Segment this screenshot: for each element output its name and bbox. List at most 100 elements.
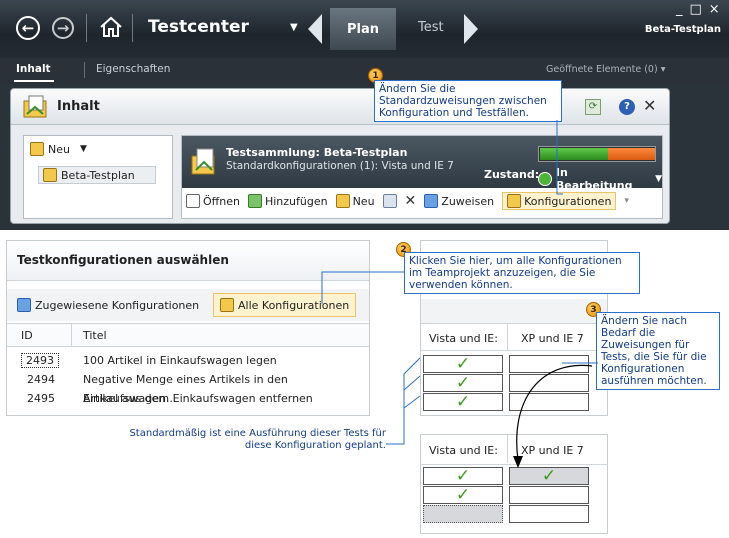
grid-cell-checked[interactable]: ✓ xyxy=(423,486,503,504)
callout-2: Klicken Sie hier, um alle Konfiguratione… xyxy=(404,252,640,294)
add-icon xyxy=(247,194,262,208)
forward-icon[interactable]: → xyxy=(52,17,74,39)
app-title: Testcenter xyxy=(148,17,249,37)
app-dropdown-icon[interactable]: ▼ xyxy=(290,22,298,33)
callout-3: Ändern Sie nach Bedarf die Zuweisungen f… xyxy=(596,312,720,390)
window-controls[interactable]: _□× xyxy=(676,2,727,17)
tree-item-label: Beta-Testplan xyxy=(61,168,135,182)
callout-1: Ändern Sie die Standardzuweisungen zwisc… xyxy=(374,80,562,122)
chevron-down-icon: ▼ xyxy=(655,174,662,184)
select-panel-title: Testkonfigurationen auswählen xyxy=(17,253,229,267)
table-row[interactable]: 2495 Artikel aus dem Einkaufswagen entfe… xyxy=(7,389,369,408)
add-button[interactable]: Hinzufügen xyxy=(247,194,328,208)
col-divider xyxy=(507,324,508,350)
table-header: ID Titel xyxy=(7,323,369,347)
grid-cell[interactable] xyxy=(509,486,589,504)
row-id: 2495 xyxy=(27,392,55,405)
right-arrow-icon[interactable] xyxy=(462,12,480,46)
folder-icon xyxy=(23,95,47,118)
row-id: 2494 xyxy=(27,373,55,386)
assign-label: Zuweisen xyxy=(441,194,495,208)
all-configs-icon xyxy=(220,298,234,312)
grid-header: Vista und IE: XP und IE 7 xyxy=(421,323,607,351)
col-divider xyxy=(71,324,72,346)
close-icon[interactable]: ✕ xyxy=(643,96,656,115)
table-row[interactable]: 2493 100 Artikel in Einkaufswagen legen xyxy=(7,351,369,370)
select-toolbar: Zugewiesene Konfigurationen Alle Konfigu… xyxy=(7,289,369,321)
minimize-icon[interactable]: _ xyxy=(676,2,690,17)
tree-pane: Neu ▼ Beta-Testplan xyxy=(23,135,173,219)
new-button[interactable]: Neu xyxy=(335,194,375,208)
tab-plan[interactable]: Plan xyxy=(330,8,396,50)
tab-indicator xyxy=(14,80,54,82)
refresh-icon[interactable]: ⟳ xyxy=(585,99,601,115)
open-button[interactable]: Öffnen xyxy=(186,194,240,208)
close-window-icon[interactable]: × xyxy=(709,2,727,17)
open-icon xyxy=(186,194,200,208)
back-icon[interactable]: ← xyxy=(16,16,40,40)
plan-name: Beta-Testplan xyxy=(644,24,721,35)
configurations-icon xyxy=(507,194,522,208)
grid-toolbar xyxy=(421,299,607,323)
tree-new-button[interactable]: Neu ▼ xyxy=(30,142,87,156)
state-label: Zustand: xyxy=(484,168,540,181)
tree-item-beta-testplan[interactable]: Beta-Testplan xyxy=(38,166,156,184)
row-title: Artikel aus dem Einkaufswagen entfernen xyxy=(83,392,313,405)
home-icon[interactable] xyxy=(98,14,124,40)
delete-icon[interactable]: ✕ xyxy=(405,193,417,209)
new-icon xyxy=(335,194,350,208)
assigned-label: Zugewiesene Konfigurationen xyxy=(35,298,200,312)
grid-cell-selected[interactable] xyxy=(423,505,503,523)
grid-cell[interactable] xyxy=(509,505,589,523)
tab-test[interactable]: Test xyxy=(418,20,444,35)
grid-cell-checked[interactable]: ✓ xyxy=(423,467,503,485)
maximize-icon[interactable]: □ xyxy=(690,2,709,17)
copy-icon[interactable] xyxy=(382,194,397,208)
callout-2-connector xyxy=(321,271,406,304)
state-icon xyxy=(538,172,552,186)
help-icon[interactable]: ? xyxy=(619,99,635,115)
tab-eigenschaften[interactable]: Eigenschaften xyxy=(96,63,170,75)
tree-new-label: Neu xyxy=(48,142,70,156)
testplan-icon xyxy=(43,168,57,182)
new-label: Neu xyxy=(352,194,375,208)
opened-items-label: Geöffnete Elemente (0) xyxy=(546,64,658,75)
chevron-down-icon: ▾ xyxy=(660,64,666,75)
suite-title: Testsammlung: Beta-Testplan xyxy=(226,146,408,159)
suite-header: Testsammlung: Beta-Testplan Standardkonf… xyxy=(182,136,662,192)
config-table-body: 2493 100 Artikel in Einkaufswagen legen … xyxy=(7,351,369,408)
open-label: Öffnen xyxy=(203,194,240,208)
toolbar-overflow-icon[interactable]: ▾ xyxy=(624,196,629,206)
tab-inhalt[interactable]: Inhalt xyxy=(16,63,51,75)
separator xyxy=(86,14,87,42)
add-label: Hinzufügen xyxy=(264,194,328,208)
separator xyxy=(132,14,133,42)
grid-cell-checked[interactable]: ✓ xyxy=(423,393,503,411)
suite-subtitle: Standardkonfigurationen (1): Vista und I… xyxy=(226,160,454,172)
row-title: 100 Artikel in Einkaufswagen legen xyxy=(83,354,277,367)
assign-button[interactable]: Zuweisen xyxy=(424,194,494,208)
assigned-configs-button[interactable]: Zugewiesene Konfigurationen xyxy=(17,298,199,312)
title-bar: ← → Testcenter ▼ Plan Test _□× Beta-Test… xyxy=(0,0,729,58)
separator xyxy=(84,62,85,78)
assign-icon xyxy=(424,194,439,208)
default-note: Standardmäßig ist eine Ausführung dieser… xyxy=(110,428,386,452)
grid-cell-checked[interactable]: ✓ xyxy=(423,355,503,373)
suite-icon xyxy=(191,148,215,175)
card-title: Inhalt xyxy=(57,99,100,114)
left-arrow-icon[interactable] xyxy=(306,12,324,46)
col-id[interactable]: ID xyxy=(21,329,33,342)
change-arrow xyxy=(513,364,593,468)
opened-items[interactable]: Geöffnete Elemente (0) ▾ xyxy=(546,64,665,75)
chevron-down-icon: ▼ xyxy=(79,144,87,154)
default-note-connector xyxy=(386,357,421,445)
grid-cell-checked[interactable]: ✓ xyxy=(423,374,503,392)
col-title[interactable]: Titel xyxy=(83,329,107,342)
detail-pane: Testsammlung: Beta-Testplan Standardkonf… xyxy=(181,135,663,219)
row-id: 2493 xyxy=(21,353,59,368)
table-row[interactable]: 2494 Negative Menge eines Artikels in de… xyxy=(7,370,369,405)
col-vista: Vista und IE: xyxy=(429,332,498,345)
callout-1-connector xyxy=(556,120,563,195)
assigned-icon xyxy=(17,298,31,312)
col-xp: XP und IE 7 xyxy=(521,332,584,345)
